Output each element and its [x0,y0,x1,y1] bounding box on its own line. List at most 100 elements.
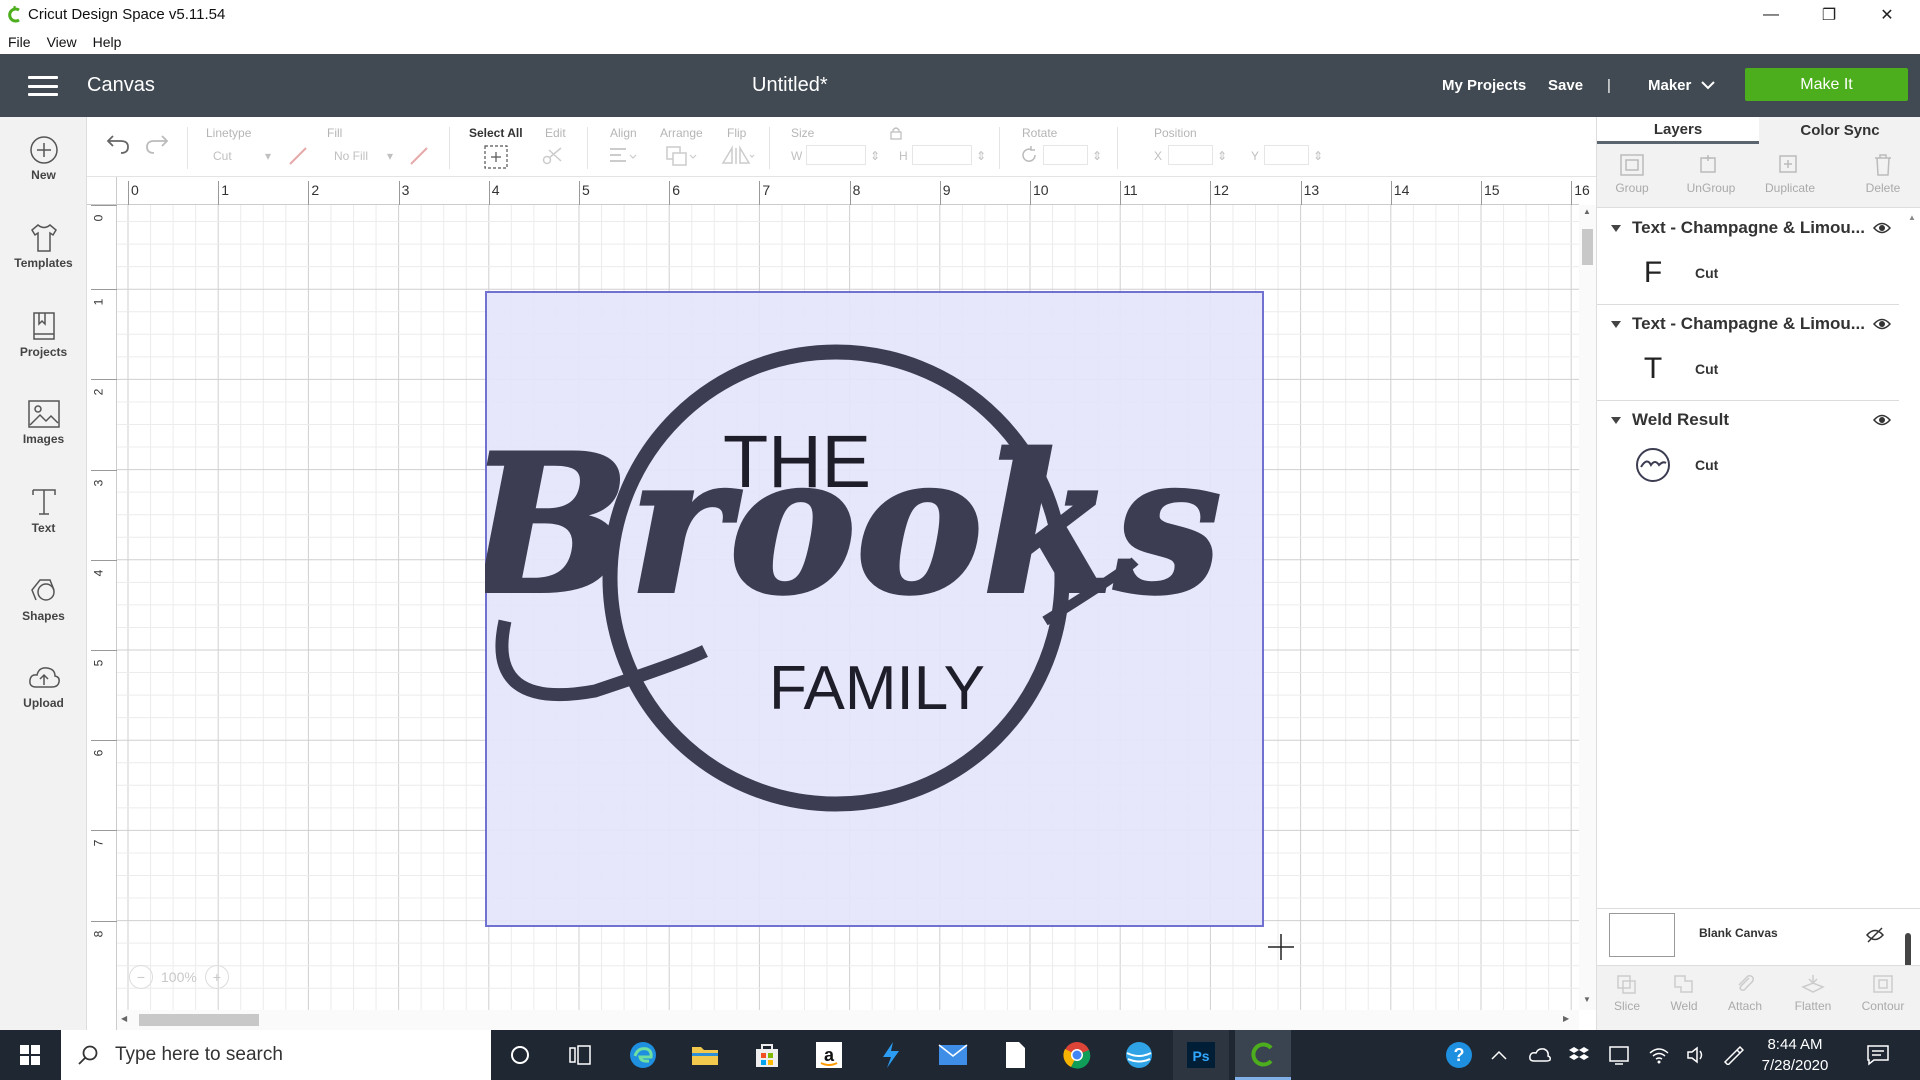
lock-icon[interactable] [890,126,902,140]
layer-item[interactable]: Cut [1597,440,1899,490]
edge-app[interactable] [615,1030,671,1080]
store-app[interactable] [739,1030,795,1080]
slice-button[interactable]: Slice [1597,973,1657,1013]
help-tray-icon[interactable]: ? [1444,1030,1474,1080]
horizontal-scrollbar[interactable]: ◀ ▶ [117,1010,1579,1030]
eye-icon[interactable] [1873,221,1891,235]
fill-swatch-icon[interactable] [408,145,430,167]
contour-button[interactable]: Contour [1853,973,1913,1013]
brooks-family-design[interactable]: THE Brooks FAMILY [485,291,1264,927]
stepper-icon[interactable]: ⇕ [870,149,880,163]
browser-app[interactable] [1111,1030,1167,1080]
wifi-icon[interactable] [1648,1030,1670,1080]
upload-button[interactable]: Upload [0,663,87,710]
restore-button[interactable]: ❐ [1800,0,1858,30]
height-input[interactable] [912,145,972,165]
menu-view[interactable]: View [39,34,85,50]
layer-group-header[interactable]: Text - Champagne & Limou... [1597,307,1899,341]
hamburger-menu-button[interactable] [28,76,58,96]
layer-item[interactable]: F Cut [1597,248,1899,298]
delete-button[interactable]: Delete [1853,153,1913,195]
dropbox-tray-icon[interactable] [1568,1030,1590,1080]
tab-layers[interactable]: Layers [1597,117,1759,144]
edit-scissors-icon[interactable] [541,145,569,167]
taskbar-search-box[interactable]: Type here to search [61,1030,491,1080]
templates-button[interactable]: Templates [0,223,87,270]
shapes-button[interactable]: Shapes [0,574,87,623]
align-icon[interactable] [607,145,637,167]
stepper-icon[interactable]: ⇕ [976,149,986,163]
weld-button[interactable]: Weld [1654,973,1714,1013]
device-tray-icon[interactable] [1608,1030,1630,1080]
notes-app[interactable] [987,1030,1043,1080]
chevron-up-icon[interactable] [1491,1030,1507,1080]
scroll-left-arrow[interactable]: ◀ [121,1014,127,1023]
images-button[interactable]: Images [0,399,87,446]
linetype-select[interactable]: Cut [213,149,232,163]
eye-hidden-icon[interactable] [1865,927,1885,943]
stepper-icon[interactable]: ⇕ [1313,149,1323,163]
machine-selector[interactable]: Maker [1648,77,1716,94]
cricut-app[interactable] [1235,1030,1291,1080]
menu-file[interactable]: File [0,34,39,50]
new-button[interactable]: New [0,135,87,182]
task-view-button[interactable] [552,1030,608,1080]
arrange-icon[interactable] [665,145,697,167]
stepper-icon[interactable]: ⇕ [1092,149,1102,163]
scroll-down-arrow[interactable]: ▼ [1583,995,1591,1004]
vertical-scroll-thumb[interactable] [1582,229,1593,265]
ungroup-button[interactable]: UnGroup [1681,153,1741,195]
pos-y-input[interactable] [1264,145,1309,165]
group-button[interactable]: Group [1602,153,1662,195]
flatten-button[interactable]: Flatten [1783,973,1843,1013]
scroll-right-arrow[interactable]: ▶ [1563,1014,1569,1023]
panel-scrollbar[interactable]: ▲ ▼ [1905,213,1919,1023]
rotate-input[interactable] [1043,145,1088,165]
attach-button[interactable]: Attach [1715,973,1775,1013]
flip-icon[interactable] [721,145,755,167]
linetype-swatch-icon[interactable] [287,145,309,167]
windows-start-button[interactable] [2,1030,58,1080]
expand-triangle-icon[interactable] [1611,416,1621,424]
undo-icon[interactable] [105,133,131,155]
volume-icon[interactable] [1686,1030,1708,1080]
expand-triangle-icon[interactable] [1611,320,1621,328]
zoom-in-button[interactable]: + [204,965,229,989]
zoom-out-button[interactable]: − [129,965,153,989]
menu-help[interactable]: Help [85,34,130,50]
photoshop-app[interactable]: Ps [1173,1030,1229,1080]
pen-tray-icon[interactable] [1722,1030,1744,1080]
stepper-icon[interactable]: ⇕ [1217,149,1227,163]
amazon-app[interactable]: a [801,1030,857,1080]
design-canvas[interactable]: THE Brooks FAMILY − 100% + [117,205,1579,1010]
expand-triangle-icon[interactable] [1611,224,1621,232]
save-link[interactable]: Save [1548,77,1583,94]
cloud-tray-icon[interactable] [1528,1030,1552,1080]
minimize-button[interactable]: — [1742,0,1800,30]
horizontal-scroll-thumb[interactable] [139,1014,259,1026]
width-input[interactable] [806,145,866,165]
my-projects-link[interactable]: My Projects [1442,77,1526,94]
blank-canvas-swatch[interactable] [1609,913,1675,957]
chrome-app[interactable] [1049,1030,1105,1080]
layer-group-header[interactable]: Weld Result [1597,403,1899,437]
redo-icon[interactable] [144,133,170,155]
make-it-button[interactable]: Make It [1745,68,1908,101]
select-all-icon[interactable] [483,144,509,170]
layer-group-header[interactable]: Text - Champagne & Limou... [1597,211,1899,245]
layer-item[interactable]: T Cut [1597,344,1899,394]
fill-select[interactable]: No Fill [334,149,368,163]
text-button[interactable]: Text [0,486,87,535]
taskbar-clock[interactable]: 8:44 AM 7/28/2020 [1750,1034,1840,1076]
eye-icon[interactable] [1873,413,1891,427]
tab-color-sync[interactable]: Color Sync [1759,117,1920,144]
vertical-scrollbar[interactable]: ▲ ▼ [1579,205,1596,1010]
bolt-app[interactable] [863,1030,919,1080]
file-explorer-app[interactable] [677,1030,733,1080]
close-window-button[interactable]: ✕ [1858,0,1916,30]
scroll-up-arrow[interactable]: ▲ [1908,213,1916,222]
cortana-button[interactable] [492,1030,548,1080]
eye-icon[interactable] [1873,317,1891,331]
mail-app[interactable] [925,1030,981,1080]
scroll-up-arrow[interactable]: ▲ [1583,207,1591,216]
